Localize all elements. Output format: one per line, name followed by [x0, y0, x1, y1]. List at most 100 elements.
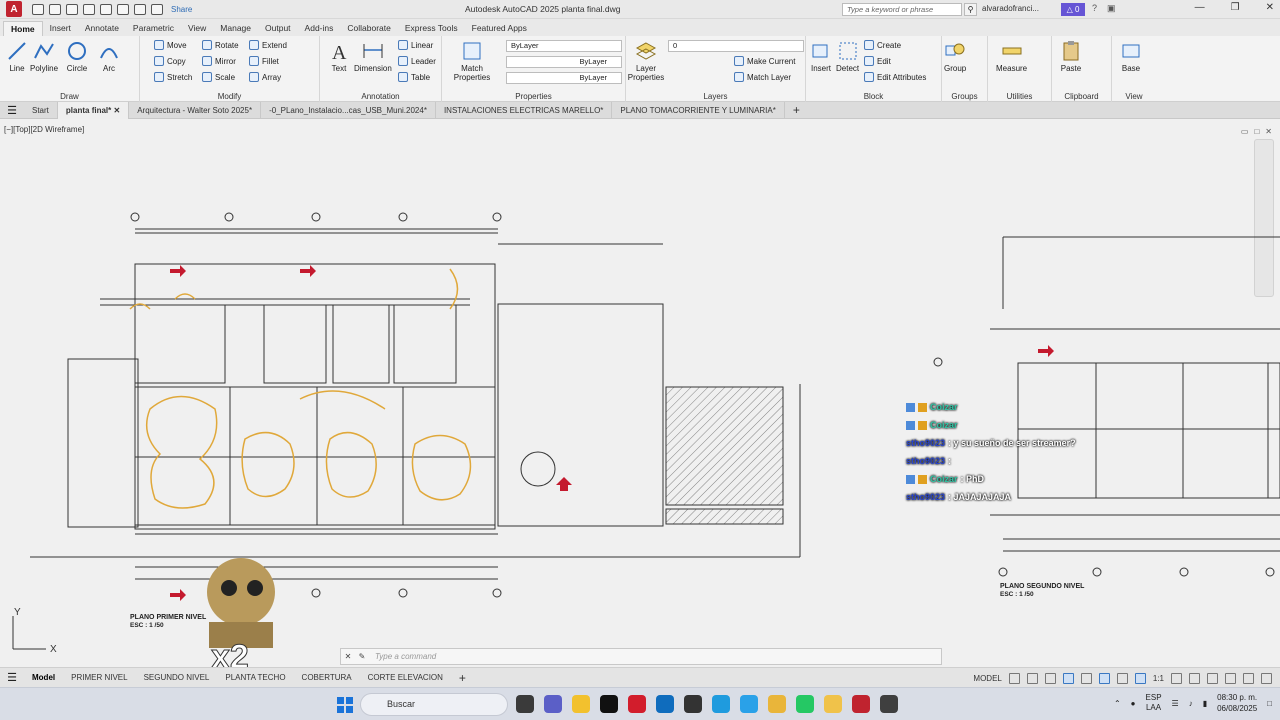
undo-icon[interactable] [134, 3, 146, 15]
make-current-button[interactable]: Make Current [734, 56, 795, 66]
detect-tool[interactable]: Detect [836, 40, 859, 73]
clock[interactable]: 08:30 p. m. 06/08/2025 [1217, 692, 1257, 714]
tab-express-tools[interactable]: Express Tools [398, 21, 465, 36]
doc-tab-instalaciones-electricas[interactable]: INSTALACIONES ELECTRICAS MARELLO* [436, 101, 613, 119]
folder-icon[interactable] [824, 695, 842, 713]
doc-tab-plano-instalaciones[interactable]: -0_PLano_Instalacio...cas_USB_Muni.2024* [261, 101, 436, 119]
layers-panel-label[interactable]: Layers [626, 92, 805, 101]
annotation-scale-icon[interactable] [1134, 672, 1146, 684]
command-line[interactable]: ✕ ✎ Type a command [340, 648, 942, 665]
drawing-canvas[interactable]: [−][Top][2D Wireframe] ▭ □ ✕ PLANO PRIME… [0, 119, 1280, 667]
user-account[interactable]: alvaradofranci... [982, 4, 1039, 13]
file-explorer-icon[interactable] [572, 695, 590, 713]
store-icon[interactable] [740, 695, 758, 713]
teams-icon[interactable] [544, 695, 562, 713]
layout-tab-cobertura[interactable]: COBERTURA [294, 673, 360, 682]
doc-tab-plano-tomacorriente[interactable]: PLANO TOMACORRIENTE Y LUMINARIA* [612, 101, 785, 119]
tab-insert[interactable]: Insert [43, 21, 78, 36]
tab-view[interactable]: View [181, 21, 213, 36]
open-file-icon[interactable] [49, 3, 61, 15]
obs-icon[interactable] [880, 695, 898, 713]
capture-icon[interactable] [684, 695, 702, 713]
web-mobile-icon[interactable] [100, 3, 112, 15]
workspace-gear-icon[interactable] [1171, 672, 1182, 684]
stretch-button[interactable]: Stretch [154, 72, 192, 82]
wifi-icon[interactable]: ☰ [1172, 699, 1179, 708]
current-layer-select[interactable]: 0 [668, 40, 804, 52]
base-view-tool[interactable]: Base [1120, 40, 1142, 73]
volume-icon[interactable]: ♪ [1189, 699, 1193, 708]
units-icon[interactable] [1207, 672, 1218, 684]
lineweight-icon[interactable] [1116, 672, 1128, 684]
tiktok-icon[interactable] [600, 695, 618, 713]
plot-icon[interactable] [117, 3, 129, 15]
osnap-icon[interactable] [1080, 672, 1092, 684]
text-tool[interactable]: A Text [328, 40, 350, 73]
help-icon[interactable]: ? [1092, 3, 1097, 14]
close-tab-icon[interactable]: ✕ [113, 106, 120, 115]
dimension-tool[interactable]: Dimension [354, 40, 392, 73]
tab-manage[interactable]: Manage [213, 21, 258, 36]
tab-featured-apps[interactable]: Featured Apps [465, 21, 534, 36]
notification-badge[interactable]: △ 0 [1061, 3, 1085, 16]
netflix-icon[interactable] [628, 695, 646, 713]
chrome-icon[interactable] [768, 695, 786, 713]
rotate-button[interactable]: Rotate [202, 40, 239, 50]
doc-tab-planta-final[interactable]: planta final* ✕ [57, 101, 130, 119]
layout-tab-corte-elevacion[interactable]: CORTE ELEVACION [360, 673, 451, 682]
doc-tab-start[interactable]: Start [24, 101, 58, 119]
layout-tab-planta-techo[interactable]: PLANTA TECHO [217, 673, 293, 682]
layout-tab-segundo-nivel[interactable]: SEGUNDO NIVEL [136, 673, 218, 682]
ortho-icon[interactable] [1044, 672, 1056, 684]
create-block-button[interactable]: Create [864, 40, 901, 50]
save-as-icon[interactable] [83, 3, 95, 15]
groups-panel-label[interactable]: Groups [942, 92, 987, 101]
fullscreen-icon[interactable] [1243, 672, 1254, 684]
new-file-icon[interactable] [32, 3, 44, 15]
extend-button[interactable]: Extend [249, 40, 287, 50]
view-panel-label[interactable]: View [1112, 92, 1156, 101]
command-settings-icon[interactable]: ✎ [355, 652, 369, 661]
group-tool[interactable]: Group [944, 40, 966, 73]
polar-icon[interactable] [1062, 672, 1074, 684]
model-space-toggle[interactable]: MODEL [973, 674, 1001, 683]
command-close-icon[interactable]: ✕ [341, 652, 355, 661]
notification-icon[interactable]: □ [1267, 699, 1272, 708]
tab-output[interactable]: Output [258, 21, 298, 36]
insert-tool[interactable]: Insert [810, 40, 832, 73]
array-button[interactable]: Array [249, 72, 281, 82]
save-icon[interactable] [66, 3, 78, 15]
close-icon[interactable]: ✕ [1266, 2, 1274, 13]
annotation-scale-value[interactable]: 1:1 [1153, 674, 1164, 683]
edit-block-button[interactable]: Edit [864, 56, 891, 66]
share-button[interactable]: Share [171, 5, 192, 14]
scale-button[interactable]: Scale [202, 72, 235, 82]
tab-home[interactable]: Home [3, 21, 43, 36]
isolate-icon[interactable] [1225, 672, 1236, 684]
taskbar-search-input[interactable]: Buscar [360, 693, 508, 716]
table-button[interactable]: Table [398, 72, 430, 82]
color-select[interactable]: ByLayer [506, 40, 622, 52]
edge-icon[interactable] [712, 695, 730, 713]
modify-panel-label[interactable]: Modify [140, 92, 319, 101]
minimize-icon[interactable]: — [1195, 2, 1205, 13]
clipboard-panel-label[interactable]: Clipboard [1052, 92, 1111, 101]
leader-button[interactable]: Leader [398, 56, 436, 66]
windows-start-icon[interactable] [337, 697, 353, 713]
outlook-icon[interactable] [656, 695, 674, 713]
tab-collaborate[interactable]: Collaborate [340, 21, 397, 36]
help-search-input[interactable]: Type a keyword or phrase [842, 3, 962, 16]
match-layer-button[interactable]: Match Layer [734, 72, 791, 82]
restore-icon[interactable]: ❐ [1231, 2, 1240, 13]
tab-add-ins[interactable]: Add-ins [298, 21, 341, 36]
tab-annotate[interactable]: Annotate [78, 21, 126, 36]
line-tool[interactable]: Line [6, 40, 28, 73]
microphone-icon[interactable]: ● [1131, 699, 1136, 708]
measure-tool[interactable]: Measure [996, 40, 1027, 73]
doc-tab-arquitectura[interactable]: Arquitectura - Walter Soto 2025* [129, 101, 262, 119]
autocad-taskbar-icon[interactable] [852, 695, 870, 713]
language-indicator[interactable]: ESP LAA [1146, 693, 1162, 713]
properties-panel-label[interactable]: Properties [442, 92, 625, 101]
command-input[interactable]: Type a command [375, 652, 436, 661]
redo-icon[interactable] [151, 3, 163, 15]
